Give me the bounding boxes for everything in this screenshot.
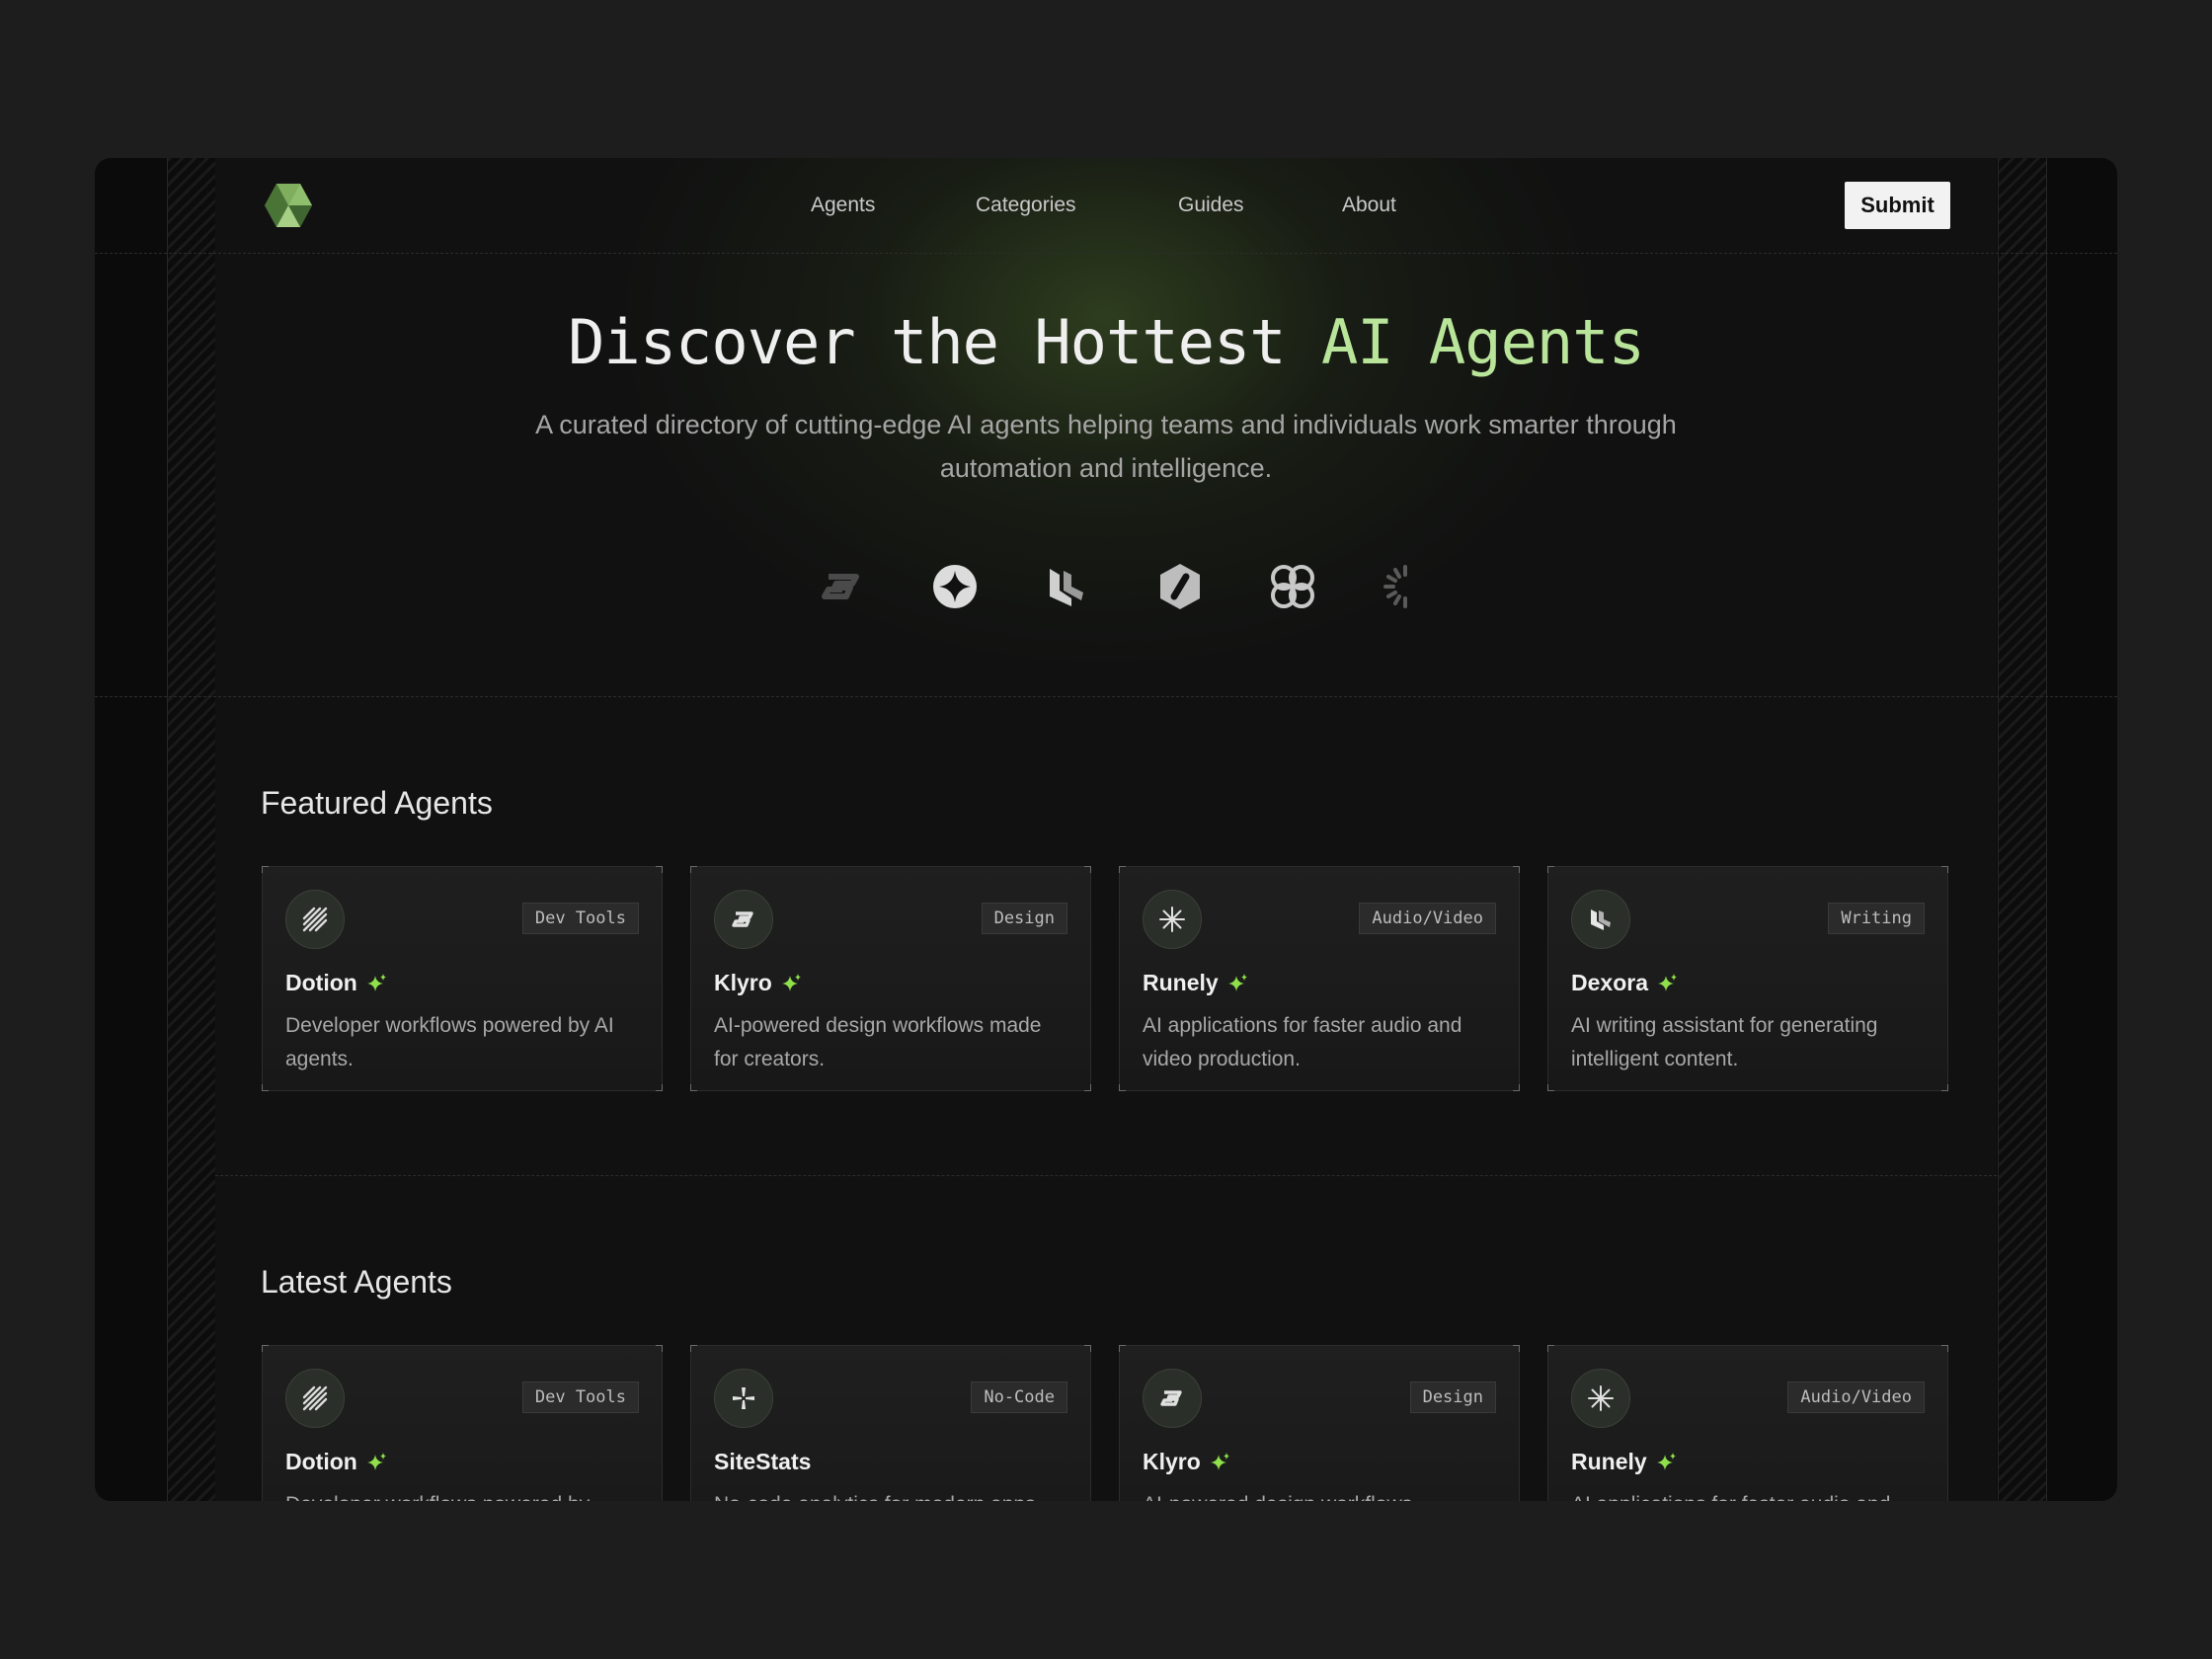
agent-name: Klyro <box>714 970 802 996</box>
category-tag[interactable]: Design <box>981 903 1067 934</box>
latest-card-sitestats[interactable]: No-Code SiteStats No-code analytics for … <box>690 1345 1091 1501</box>
agent-name: Klyro <box>1143 1449 1230 1475</box>
asterisk-icon <box>1571 1369 1630 1428</box>
agent-description: AI-powered design workflows made for cre… <box>714 1014 1042 1070</box>
asterisk-icon <box>1143 890 1202 949</box>
stripes-icon <box>285 890 345 949</box>
agent-name-text: SiteStats <box>714 1449 812 1474</box>
header-divider <box>95 253 2117 254</box>
agent-description: No-code analytics for modern apps <box>714 1488 1069 1501</box>
agent-description: Developer workflows powered by <box>285 1488 641 1501</box>
featured-section-title: Featured Agents <box>261 785 493 821</box>
sparkle-icon <box>1656 1452 1676 1470</box>
agent-description: AI applications for faster audio and <box>1571 1488 1927 1501</box>
hexagon-slash-icon <box>1160 564 1200 609</box>
sparkle-icon <box>1657 973 1677 991</box>
dexora-l-icon <box>1571 890 1630 949</box>
sparkle-icon <box>1210 1452 1229 1470</box>
featured-divider <box>215 1175 1997 1176</box>
agent-name: Runely <box>1571 1449 1677 1475</box>
nav-about[interactable]: About <box>1342 190 1396 221</box>
latest-cards-viewport: Dev Tools Dotion Developer workflows pow… <box>215 1323 1997 1501</box>
dexora-l-icon <box>1050 569 1083 606</box>
sparkle-icon <box>366 973 386 991</box>
agent-name: Dexora <box>1571 970 1678 996</box>
category-tag[interactable]: Dev Tools <box>521 1382 639 1413</box>
spinner-icon <box>1383 565 1407 608</box>
agent-name: Dotion <box>285 1449 387 1475</box>
sparkle-icon <box>366 1452 386 1470</box>
agent-name-text: Runely <box>1143 970 1219 995</box>
agent-name: Dotion <box>285 970 387 996</box>
klyro-s-icon <box>822 574 859 599</box>
category-tag[interactable]: Audio/Video <box>1359 903 1496 934</box>
hero-title-main: Discover the Hottest <box>568 306 1321 378</box>
sparkle-icon <box>1227 973 1247 991</box>
category-tag[interactable]: No-Code <box>971 1382 1067 1413</box>
latest-card-klyro[interactable]: Design Klyro AI-powered design workflows <box>1119 1345 1520 1501</box>
clover-ring-icon <box>1271 565 1314 608</box>
agent-name: Runely <box>1143 970 1248 996</box>
agent-name-text: Dexora <box>1571 970 1648 995</box>
hero-subtitle: A curated directory of cutting-edge AI a… <box>535 410 1677 483</box>
klyro-s-icon <box>1143 1369 1202 1428</box>
agent-name-text: Dotion <box>285 970 357 995</box>
agent-description: AI-powered design workflows <box>1143 1488 1498 1501</box>
agent-name-text: Klyro <box>1143 1449 1201 1474</box>
pinwheel-icon <box>714 1369 773 1428</box>
agent-description: Developer workflows powered by AI agents… <box>285 1014 614 1070</box>
latest-card-dotion[interactable]: Dev Tools Dotion Developer workflows pow… <box>262 1345 663 1501</box>
latest-card-runely[interactable]: Audio/Video Runely AI applications for f… <box>1547 1345 1948 1501</box>
sparkle-icon <box>781 973 801 991</box>
hero-divider <box>95 696 2117 697</box>
hero-title: Discover the Hottest AI Agents <box>0 306 2212 378</box>
stripes-icon <box>285 1369 345 1428</box>
agent-description: AI applications for faster audio and vid… <box>1143 1014 1462 1070</box>
agent-name-text: Dotion <box>285 1449 357 1474</box>
latest-section-title: Latest Agents <box>261 1264 452 1300</box>
featured-card-dotion[interactable]: Dev Tools Dotion Developer workflows pow… <box>262 866 663 1091</box>
category-tag[interactable]: Dev Tools <box>521 903 639 934</box>
agent-description: AI writing assistant for generating inte… <box>1571 1014 1878 1070</box>
featured-card-runely[interactable]: Audio/Video Runely AI applications for f… <box>1119 866 1520 1091</box>
four-point-star-icon <box>933 565 977 608</box>
nav-agents[interactable]: Agents <box>811 190 875 221</box>
featured-card-klyro[interactable]: Design Klyro AI-powered design workflows… <box>690 866 1091 1091</box>
nav-categories[interactable]: Categories <box>976 190 1076 221</box>
category-tag[interactable]: Audio/Video <box>1787 1382 1925 1413</box>
submit-button[interactable]: Submit <box>1845 182 1950 229</box>
agent-name-text: Runely <box>1571 1449 1647 1474</box>
featured-card-dexora[interactable]: Writing Dexora AI writing assistant for … <box>1547 866 1948 1091</box>
klyro-s-icon <box>714 890 773 949</box>
nav-guides[interactable]: Guides <box>1178 190 1244 221</box>
hero-title-accent: AI Agents <box>1320 306 1645 378</box>
agent-name: SiteStats <box>714 1449 811 1475</box>
category-tag[interactable]: Design <box>1409 1382 1496 1413</box>
agent-name-text: Klyro <box>714 970 772 995</box>
category-tag[interactable]: Writing <box>1828 903 1925 934</box>
